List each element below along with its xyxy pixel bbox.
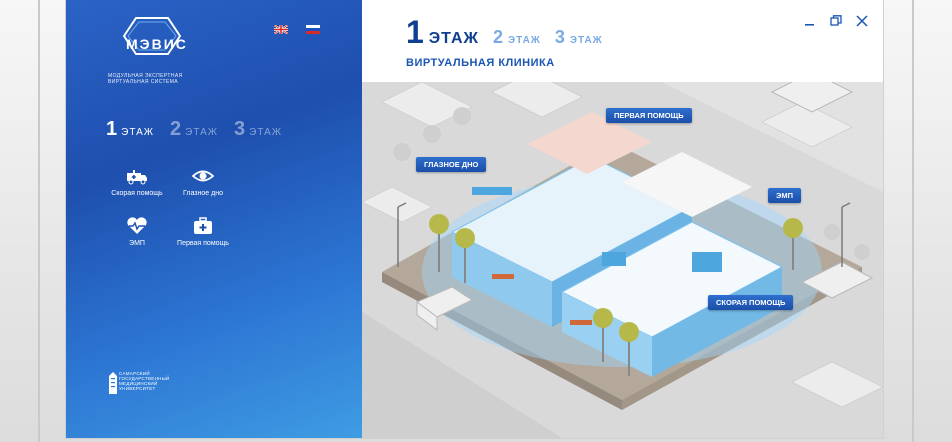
app-screen: МЭВИС МОДУЛЬНАЯ ЭКСПЕРТНАЯ ВИРТУАЛЬНАЯ С…	[66, 0, 883, 438]
sidebar-floor-3[interactable]: 3 ЭТАЖ	[234, 118, 282, 141]
menu-label: Глазное дно	[183, 190, 223, 197]
ambulance-icon	[127, 170, 147, 185]
university-line: УНИВЕРСИТЕТ	[119, 386, 156, 391]
map-tag-eye-fundus[interactable]: ГЛАЗНОЕ ДНО	[416, 157, 487, 172]
menu-item-emp[interactable]: ЭМП	[102, 216, 172, 247]
map-tag-first-aid[interactable]: ПЕРВАЯ ПОМОЩЬ	[606, 108, 692, 123]
floor-label: ЭТАЖ	[121, 127, 154, 138]
floor-label: ЭТАЖ	[428, 30, 479, 47]
menu-item-first-aid[interactable]: Первая помощь	[168, 216, 238, 247]
main-floor-1[interactable]: 1 ЭТАЖ	[406, 14, 479, 51]
menu-item-ambulance[interactable]: Скорая помощь	[102, 166, 172, 197]
menu-item-eye-fundus[interactable]: Глазное дно	[168, 166, 238, 197]
floor-number: 3	[234, 118, 246, 140]
floor-label: ЭТАЖ	[569, 35, 603, 46]
frame-edge-left	[38, 0, 40, 442]
sidebar-floor-1[interactable]: 1 ЭТАЖ	[106, 118, 154, 141]
app-subtitle: МОДУЛЬНАЯ ЭКСПЕРТНАЯ ВИРТУАЛЬНАЯ СИСТЕМА	[108, 73, 228, 85]
app-subtitle-line: ВИРТУАЛЬНАЯ СИСТЕМА	[108, 79, 179, 85]
floor-number: 1	[406, 14, 424, 50]
floor-label: ЭТАЖ	[249, 127, 282, 138]
floor-label: ЭТАЖ	[185, 127, 218, 138]
eye-icon	[191, 170, 215, 182]
main-floor-2[interactable]: 2 ЭТАЖ	[493, 27, 541, 48]
sidebar-floor-tabs: 1 ЭТАЖ 2 ЭТАЖ 3 ЭТАЖ	[106, 118, 282, 141]
main-floor-3[interactable]: 3 ЭТАЖ	[555, 27, 603, 48]
floor-number: 2	[492, 27, 503, 47]
map-tag-ambulance[interactable]: СКОРАЯ ПОМОЩЬ	[708, 295, 794, 310]
floor-label: ЭТАЖ	[507, 35, 541, 46]
sidebar: МЭВИС МОДУЛЬНАЯ ЭКСПЕРТНАЯ ВИРТУАЛЬНАЯ С…	[66, 0, 362, 438]
menu-label: Скорая помощь	[111, 190, 163, 197]
page-subtitle: ВИРТУАЛЬНАЯ КЛИНИКА	[406, 57, 555, 69]
window-controls	[803, 14, 869, 28]
heart-pulse-icon	[127, 217, 147, 234]
floor-number: 1	[106, 118, 118, 140]
restore-icon[interactable]	[829, 14, 843, 28]
flag-ru-icon[interactable]	[306, 25, 320, 34]
isometric-clinic-illustration	[362, 82, 883, 438]
main-header: 1 ЭТАЖ 2 ЭТАЖ 3 ЭТАЖ ВИРТУАЛЬНАЯ КЛИНИКА	[362, 0, 883, 82]
map-tag-emp[interactable]: ЭМП	[768, 188, 801, 203]
menu-label: ЭМП	[129, 240, 145, 247]
frame-edge-right	[912, 0, 914, 442]
close-icon[interactable]	[855, 14, 869, 28]
first-aid-kit-icon	[194, 217, 212, 234]
clinic-map: ПЕРВАЯ ПОМОЩЬ ГЛАЗНОЕ ДНО ЭМП СКОРАЯ ПОМ…	[362, 82, 883, 438]
floor-number: 3	[554, 27, 565, 47]
app-title: МЭВИС	[126, 36, 188, 52]
sidebar-floor-2[interactable]: 2 ЭТАЖ	[170, 118, 218, 141]
menu-label: Первая помощь	[177, 240, 229, 247]
floor-number: 2	[170, 118, 182, 140]
flag-en-icon[interactable]	[274, 25, 288, 34]
minimize-icon[interactable]	[803, 14, 817, 28]
main-floor-tabs: 1 ЭТАЖ 2 ЭТАЖ 3 ЭТАЖ	[406, 14, 603, 51]
university-name: САМАРСКИЙ ГОСУДАРСТВЕННЫЙ МЕДИЦИНСКИЙ УН…	[119, 371, 170, 391]
